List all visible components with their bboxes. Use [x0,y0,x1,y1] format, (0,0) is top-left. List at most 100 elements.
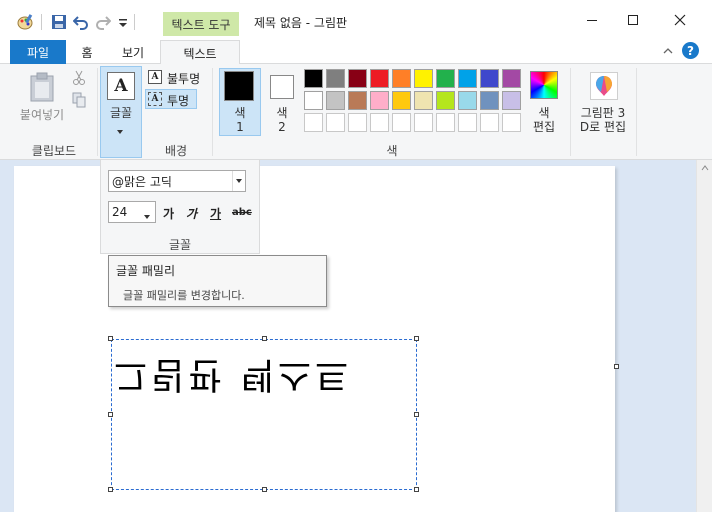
textbox-handle[interactable] [414,336,419,341]
tab-view[interactable]: 보기 [110,40,156,64]
qa-separator-2 [134,14,135,30]
text-tools-context-label: 텍스트 도구 [163,12,239,36]
textbox-handle[interactable] [414,412,419,417]
font-family-value: @맑은 고딕 [112,174,172,189]
color1-label-a: 색 [234,106,246,120]
ribbon-tabs-row [0,40,712,64]
collapse-ribbon-icon[interactable] [662,45,674,60]
palette-custom-slot[interactable] [480,113,499,132]
group-separator [212,68,213,156]
copy-icon[interactable] [72,92,86,111]
paint3d-label-1[interactable]: 그림판 3 [574,106,632,120]
palette-swatch[interactable] [502,69,521,88]
palette-swatch[interactable] [480,69,499,88]
edit-colors-label-b[interactable]: 편집 [524,120,564,134]
bold-button[interactable]: 가 [163,205,174,222]
tab-text[interactable]: 텍스트 [160,40,240,65]
palette-swatch[interactable] [304,91,323,110]
group-separator [636,68,637,156]
palette-swatch[interactable] [326,91,345,110]
maximize-button[interactable] [621,8,645,32]
palette-swatch[interactable] [436,69,455,88]
italic-button[interactable]: 가 [186,205,197,222]
color1-label-b: 1 [236,120,244,134]
tooltip: 글꼴 패밀리 글꼴 패밀리를 변경합니다. [108,255,327,307]
window-title: 제목 없음 - 그림판 [254,16,348,30]
palette-custom-slot[interactable] [458,113,477,132]
opaque-icon[interactable]: A [148,70,162,84]
palette-custom-slot[interactable] [392,113,411,132]
qa-separator [41,14,42,30]
group-separator [97,68,98,156]
font-family-dropdown-icon[interactable] [232,171,245,191]
textbox-handle[interactable] [108,412,113,417]
palette-swatch[interactable] [458,91,477,110]
textbox-handle[interactable] [262,487,267,492]
chevron-down-icon [116,124,124,138]
strikethrough-button[interactable]: abc [232,207,252,218]
opaque-button[interactable]: 불투명 [167,70,200,87]
close-button[interactable] [668,8,692,32]
edit-colors-label-a[interactable]: 색 [524,106,564,120]
palette-swatch[interactable] [458,69,477,88]
paste-icon[interactable] [28,72,56,105]
save-icon[interactable] [50,13,68,31]
palette-swatch[interactable] [326,69,345,88]
palette-custom-slot[interactable] [348,113,367,132]
textbox-handle[interactable] [262,336,267,341]
font-size-value: 24 [112,205,128,219]
customize-qa-dropdown-icon[interactable] [114,14,132,32]
paint-app-icon[interactable] [16,13,34,31]
help-icon[interactable]: ? [682,42,699,59]
transparent-icon: A [148,92,162,106]
paste-button[interactable]: 붙여넣기 [16,108,68,122]
cut-icon[interactable] [72,70,86,89]
palette-swatch[interactable] [414,69,433,88]
tooltip-body: 글꼴 패밀리를 변경합니다. [123,289,245,302]
font-icon: A [107,72,135,100]
color2-label-b: 2 [278,120,286,134]
color2-swatch [270,75,294,99]
palette-custom-slot[interactable] [370,113,389,132]
palette-swatch[interactable] [370,69,389,88]
minimize-button[interactable] [580,8,604,32]
canvas-resize-handle[interactable] [614,364,619,369]
font-button-label: 글꼴 [109,106,133,120]
textbox-handle[interactable] [108,487,113,492]
textbox-handle[interactable] [414,487,419,492]
palette-custom-slot[interactable] [326,113,345,132]
palette-swatch[interactable] [502,91,521,110]
clipboard-group-label: 클립보드 [31,144,77,158]
palette-swatch[interactable] [348,69,367,88]
palette-swatch[interactable] [370,91,389,110]
palette-swatch[interactable] [436,91,455,110]
palette-custom-slot[interactable] [436,113,455,132]
vertical-scrollbar[interactable] [696,160,712,512]
paint3d-label-2[interactable]: D로 편집 [574,120,632,134]
color1-swatch [224,71,254,101]
undo-icon[interactable] [72,13,90,31]
font-family-combo[interactable]: @맑은 고딕 [108,170,246,192]
palette-swatch[interactable] [304,69,323,88]
palette-custom-slot[interactable] [304,113,323,132]
canvas-text[interactable]: 그림판 텍스트 [114,352,352,404]
palette-swatch[interactable] [414,91,433,110]
tab-file[interactable]: 파일 [10,40,66,64]
paint3d-icon[interactable] [590,72,618,100]
textbox-handle[interactable] [108,336,113,341]
palette-swatch[interactable] [392,91,411,110]
palette-custom-slot[interactable] [502,113,521,132]
palette-swatch[interactable] [480,91,499,110]
tab-home[interactable]: 홈 [70,40,104,64]
tooltip-title: 글꼴 패밀리 [116,264,176,278]
colors-group-label: 색 [386,144,398,158]
palette-swatch[interactable] [348,91,367,110]
font-size-dropdown-icon[interactable] [143,209,151,223]
edit-colors-icon[interactable] [530,71,558,99]
group-separator [570,68,571,156]
palette-swatch[interactable] [392,69,411,88]
redo-icon[interactable] [94,13,112,31]
underline-button[interactable]: 가 [210,205,221,222]
palette-custom-slot[interactable] [414,113,433,132]
background-group-label: 배경 [164,144,188,158]
